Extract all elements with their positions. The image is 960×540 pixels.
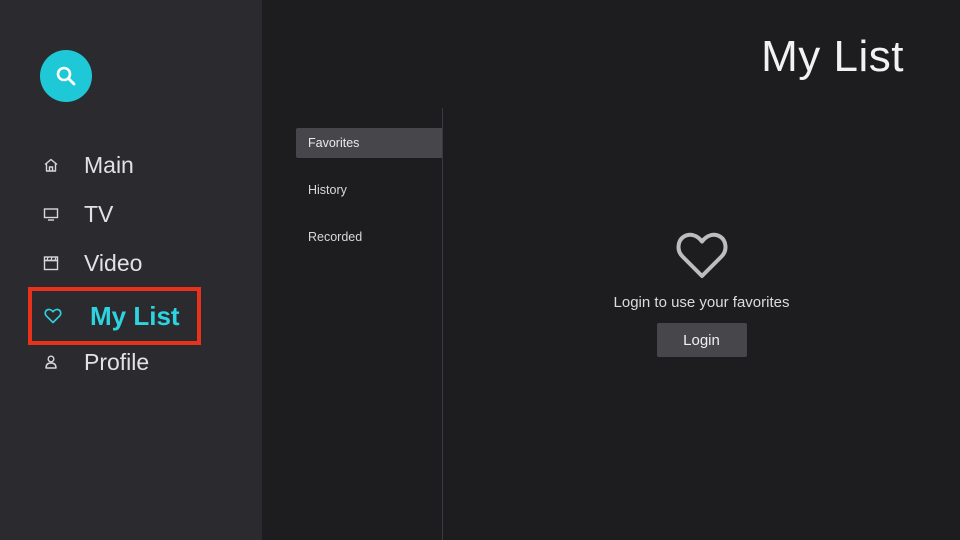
home-icon: [42, 156, 60, 174]
search-button[interactable]: [40, 50, 92, 102]
sidebar-item-label: TV: [84, 200, 114, 227]
clapperboard-icon: [42, 254, 60, 272]
sidebar-item-tv[interactable]: TV: [28, 189, 113, 239]
tab-history[interactable]: History: [296, 175, 442, 205]
app-root: Main TV Video My List Profile My List Fa…: [0, 0, 960, 540]
tab-recorded[interactable]: Recorded: [296, 222, 442, 252]
empty-state: Login to use your favorites Login: [443, 230, 960, 357]
heart-outline-icon: [676, 232, 727, 278]
heart-icon: [44, 307, 62, 325]
sidebar-item-profile[interactable]: Profile: [28, 337, 149, 387]
sub-navigation: Favorites History Recorded: [296, 128, 442, 269]
empty-state-message: Login to use your favorites: [613, 294, 790, 311]
user-icon: [42, 353, 60, 371]
search-icon: [56, 66, 76, 86]
sidebar-item-label: Main: [84, 151, 134, 178]
sidebar-item-video[interactable]: Video: [28, 238, 142, 288]
tv-icon: [42, 205, 60, 223]
sidebar-item-label: Video: [84, 249, 143, 276]
sidebar-item-label: My List: [90, 300, 180, 331]
sidebar-item-main[interactable]: Main: [28, 140, 134, 190]
tab-favorites[interactable]: Favorites: [296, 128, 442, 158]
sidebar: Main TV Video My List Profile: [0, 0, 262, 540]
sidebar-item-label: Profile: [84, 348, 150, 375]
page-title: My List: [761, 32, 904, 81]
login-button[interactable]: Login: [656, 323, 747, 357]
